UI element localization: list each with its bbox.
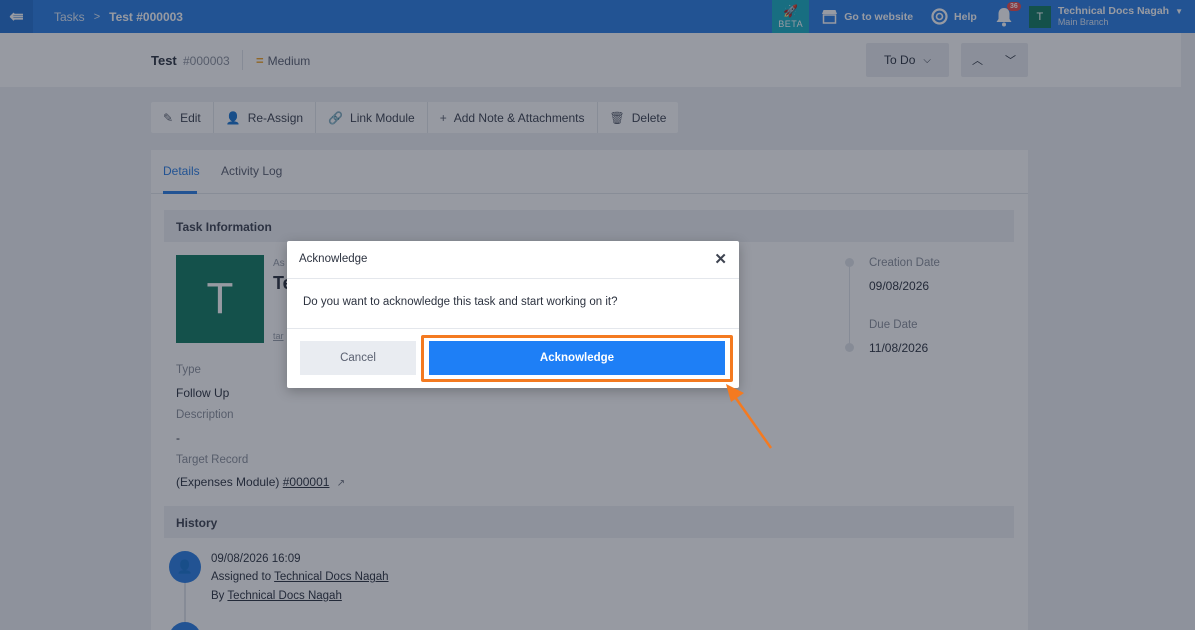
dialog-title: Acknowledge: [299, 253, 368, 265]
dialog-message: Do you want to acknowledge this task and…: [303, 296, 618, 308]
close-icon[interactable]: ✕: [714, 250, 727, 268]
dialog-header: Acknowledge ✕: [287, 241, 739, 279]
divider: [287, 328, 739, 329]
highlight-box: [421, 335, 733, 382]
cancel-button[interactable]: Cancel: [300, 341, 416, 375]
